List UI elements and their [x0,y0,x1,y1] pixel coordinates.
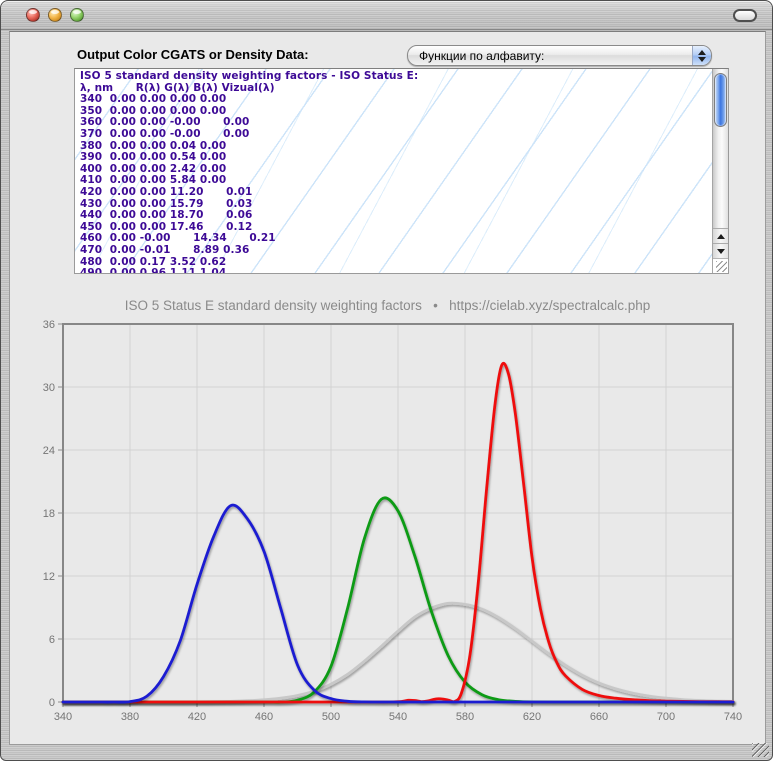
output-data-label: Output Color CGATS or Density Data: [77,47,309,62]
y-tick-label: 24 [43,445,55,457]
x-tick-label: 500 [322,711,340,723]
x-tick-label: 540 [389,711,407,723]
x-tick-label: 660 [590,711,608,723]
spectral-chart: 340 380 420 460 500 540 580 620 660 700 740 0 6 12 18 2… [10,320,767,740]
popup-stepper[interactable] [692,46,711,65]
window-resize-grip[interactable] [752,743,769,757]
function-select-value: Функции по алфавиту: [419,49,544,63]
scroll-down-button[interactable] [713,243,728,258]
x-tick-label: 380 [121,711,139,723]
stepper-up-icon [698,50,706,55]
y-tick-label: 12 [43,571,55,583]
scroll-up-button[interactable] [713,228,728,243]
title-bar[interactable] [1,1,772,30]
scroll-up-icon [717,234,725,239]
scrollbar-thumb[interactable] [714,73,727,127]
scroll-down-icon [717,249,725,254]
stepper-down-icon [698,57,706,62]
density-data-panel: ISO 5 standard density weighting factors… [74,68,729,274]
y-tick-label: 6 [49,634,55,646]
y-tick-label: 0 [49,697,55,709]
x-tick-label: 700 [657,711,675,723]
zoom-button[interactable] [70,8,84,22]
textarea-resize-grip[interactable] [713,258,728,273]
y-tick-label: 30 [43,382,55,394]
vertical-scrollbar[interactable] [712,69,728,273]
x-tick-label: 340 [54,711,72,723]
x-tick-label: 740 [724,711,742,723]
x-tick-label: 620 [523,711,541,723]
content-area: Output Color CGATS or Density Data: Функ… [9,31,766,745]
app-window: Output Color CGATS or Density Data: Функ… [0,0,773,761]
function-select[interactable]: Функции по алфавиту: [407,45,712,66]
y-tick-label: 18 [43,508,55,520]
close-button[interactable] [26,8,40,22]
x-tick-label: 460 [255,711,273,723]
density-data-textarea[interactable]: ISO 5 standard density weighting factors… [75,69,714,273]
y-tick-label: 36 [43,320,55,331]
chart-title: ISO 5 Status E standard density weightin… [10,298,765,313]
x-tick-label: 420 [188,711,206,723]
minimize-button[interactable] [48,8,62,22]
x-tick-label: 580 [456,711,474,723]
toolbar-toggle-button[interactable] [733,9,757,22]
